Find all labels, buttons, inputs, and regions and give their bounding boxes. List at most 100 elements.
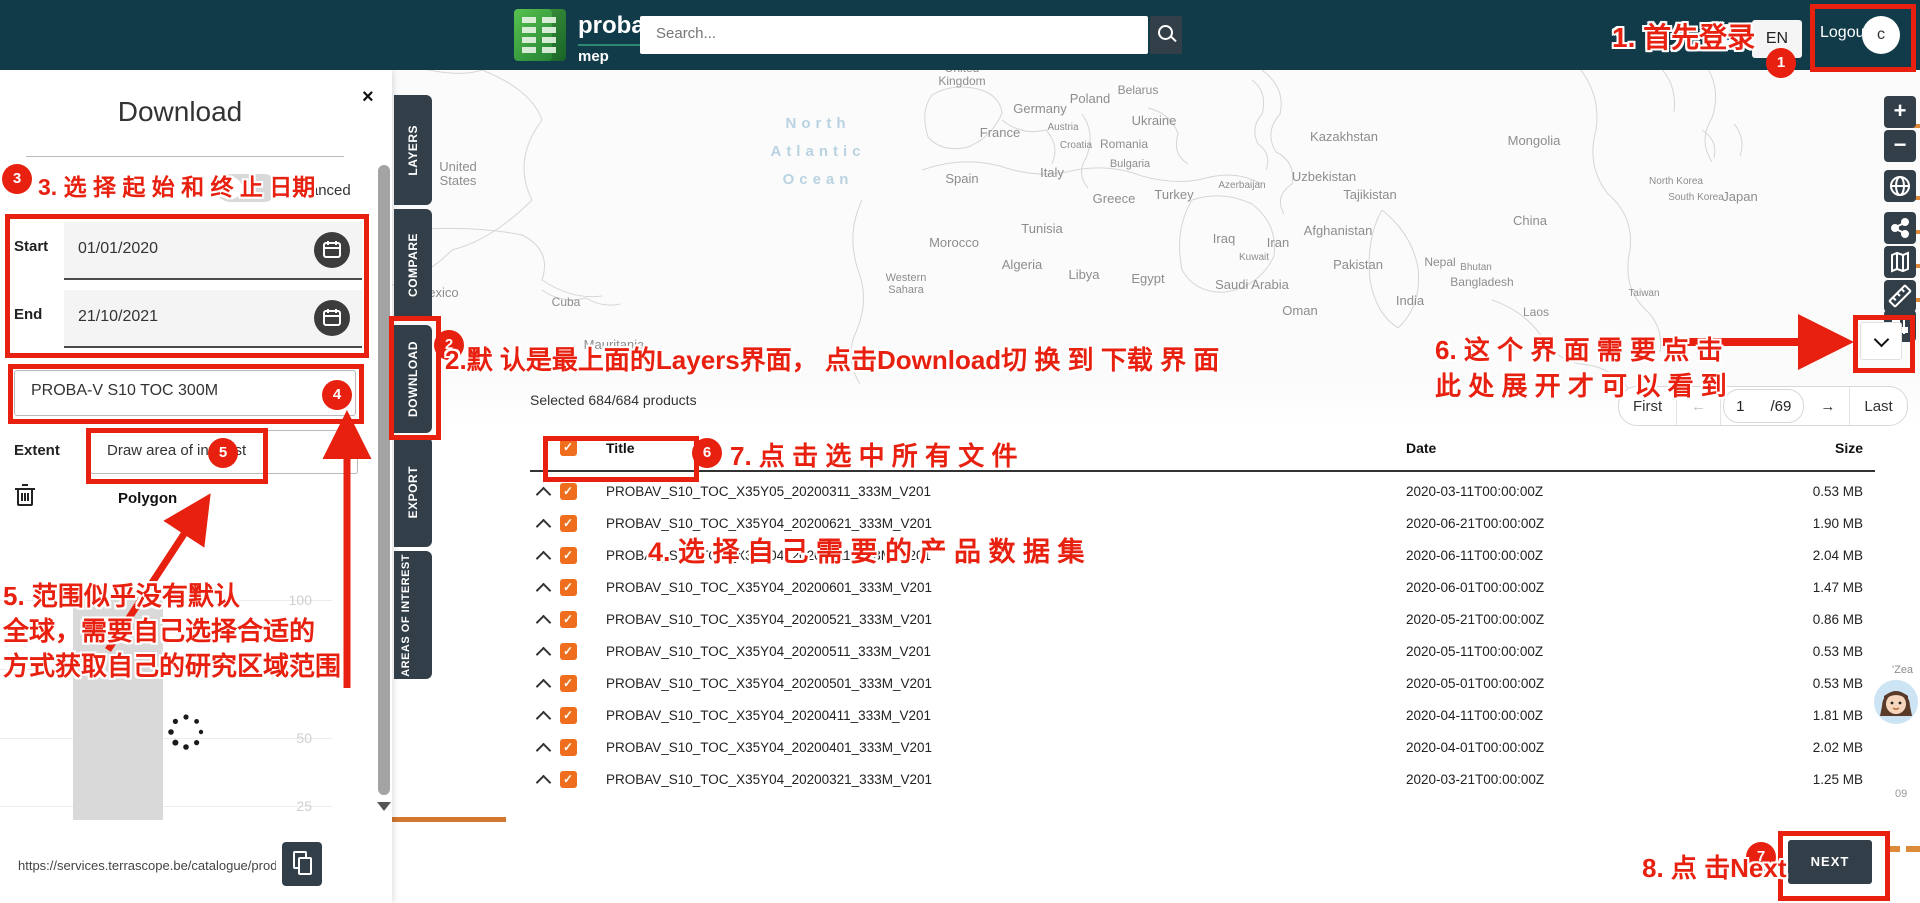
close-icon[interactable]: × [362, 86, 374, 109]
table-row[interactable]: PROBAV_S10_TOC_X35Y05_20200311_333M_V201… [530, 476, 1875, 508]
country-label: Western Sahara [885, 272, 927, 297]
annotation-box-extent [86, 428, 268, 484]
table-row[interactable]: PROBAV_S10_TOC_X35Y04_20200411_333M_V201… [530, 700, 1875, 732]
tab-compare[interactable]: COMPARE [394, 209, 432, 321]
annotation-box-select-all [543, 436, 699, 482]
annotation-2: 2.默 认是最上面的Layers界面， 点击Download切 换 到 下载 界… [445, 345, 1220, 375]
product-size: 0.53 MB [1812, 484, 1863, 499]
divider [26, 156, 344, 157]
annotation-box-next [1778, 831, 1890, 901]
product-title: PROBAV_S10_TOC_X35Y04_20200601_333M_V201 [606, 580, 932, 595]
country-label: Italy [1040, 165, 1064, 180]
country-label: Oman [1282, 303, 1318, 318]
timeline-line [392, 817, 506, 822]
country-label: Iran [1266, 235, 1290, 250]
axis-tick-label: 100 [288, 592, 312, 608]
country-label: Turkey [1154, 187, 1194, 202]
annotation-5-line3: 方式获取自己的研究区域范围 [3, 651, 342, 681]
table-row[interactable]: PROBAV_S10_TOC_X35Y04_20200401_333M_V201… [530, 732, 1875, 764]
zoom-out-button[interactable]: − [1884, 130, 1916, 162]
collapse-caret-icon[interactable] [535, 774, 552, 791]
country-label: China [1513, 213, 1547, 228]
collapse-caret-icon[interactable] [535, 646, 552, 663]
product-size: 1.90 MB [1812, 516, 1863, 531]
probav-logo-icon[interactable] [514, 9, 566, 61]
country-label: Algeria [1001, 257, 1043, 272]
pagination-last-button[interactable]: Last [1850, 387, 1906, 425]
zoom-in-button[interactable]: + [1884, 96, 1916, 128]
copy-url-button[interactable] [282, 842, 322, 886]
collapse-caret-icon[interactable] [535, 486, 552, 503]
annotation-8: 8. 点 击Next [1642, 853, 1787, 883]
collapse-caret-icon[interactable] [535, 614, 552, 631]
row-checkbox[interactable] [560, 707, 577, 724]
table-row[interactable]: PROBAV_S10_TOC_X35Y04_20200501_333M_V201… [530, 668, 1875, 700]
table-row[interactable]: PROBAV_S10_TOC_X35Y04_20200511_333M_V201… [530, 636, 1875, 668]
table-row[interactable]: PROBAV_S10_TOC_X35Y04_20200521_333M_V201… [530, 604, 1875, 636]
tab-areas-of-interest[interactable]: AREAS OF INTEREST [394, 551, 432, 679]
row-checkbox[interactable] [560, 643, 577, 660]
share-icon [1891, 218, 1909, 238]
product-size: 1.81 MB [1812, 708, 1863, 723]
collapse-caret-icon[interactable] [535, 550, 552, 567]
annotation-box-download-tab [389, 316, 441, 440]
pagination-page-box: 1 /69 [1723, 389, 1805, 423]
row-checkbox[interactable] [560, 547, 577, 564]
row-checkbox[interactable] [560, 515, 577, 532]
country-label: Egypt [1131, 271, 1165, 286]
annotation-5-line1: 5. 范围似乎没有默认 [3, 581, 240, 611]
country-label: Bulgaria [1109, 158, 1151, 170]
product-title: PROBAV_S10_TOC_X35Y04_20200511_333M_V201 [606, 644, 931, 659]
tab-layers[interactable]: LAYERS [394, 95, 432, 205]
page-number-input[interactable]: 1 [1736, 398, 1744, 415]
column-size[interactable]: Size [1835, 440, 1863, 456]
table-row[interactable]: PROBAV_S10_TOC_X35Y04_20200601_333M_V201… [530, 572, 1875, 604]
collapse-caret-icon[interactable] [535, 582, 552, 599]
row-checkbox[interactable] [560, 771, 577, 788]
ocean-label: North Atlantic Ocean [770, 115, 866, 188]
catalogue-url[interactable]: https://services.terrascope.be/catalogue… [18, 858, 276, 873]
collapse-caret-icon[interactable] [535, 678, 552, 695]
row-checkbox[interactable] [560, 675, 577, 692]
measure-button[interactable] [1884, 280, 1916, 312]
basemap-button[interactable] [1884, 246, 1916, 278]
sticker-avatar [1874, 680, 1918, 724]
country-label: South Korea [1668, 192, 1724, 203]
search-input[interactable]: Search... [640, 16, 1148, 54]
panel-scrollbar[interactable] [378, 165, 390, 795]
collapse-caret-icon[interactable] [535, 742, 552, 759]
row-checkbox[interactable] [560, 483, 577, 500]
axis-tick-label: 25 [296, 798, 312, 814]
table-row[interactable]: PROBAV_S10_TOC_X35Y04_20200321_333M_V201… [530, 764, 1875, 796]
tab-export[interactable]: EXPORT [394, 437, 432, 547]
annotation-6-line2: 此 处 展 开 才 可 以 看 到 [1435, 371, 1727, 401]
country-label: Greece [1092, 191, 1136, 206]
badge-5: 5 [208, 438, 238, 468]
country-label: Libya [1068, 267, 1100, 282]
collapse-caret-icon[interactable] [535, 518, 552, 535]
panel-title: Download [117, 96, 243, 127]
product-size: 2.04 MB [1812, 548, 1863, 563]
country-label: Germany [1013, 101, 1067, 116]
globe-button[interactable] [1884, 170, 1916, 202]
badge-1: 1 [1766, 48, 1796, 78]
row-checkbox[interactable] [560, 579, 577, 596]
column-date[interactable]: Date [1406, 440, 1436, 456]
badge-3: 3 [2, 164, 32, 194]
search-button[interactable] [1150, 16, 1182, 54]
collapse-caret-icon[interactable] [535, 710, 552, 727]
trash-icon[interactable] [14, 482, 36, 513]
product-title: PROBAV_S10_TOC_X35Y04_20200321_333M_V201 [606, 772, 932, 787]
row-checkbox[interactable] [560, 739, 577, 756]
map-icon [1891, 251, 1909, 273]
scrollbar-down-arrow[interactable] [377, 802, 391, 811]
country-label: Croatia [1059, 140, 1093, 151]
pagination-next-button[interactable]: → [1806, 387, 1851, 425]
selected-products-count: Selected 684/684 products [530, 392, 697, 408]
row-checkbox[interactable] [560, 611, 577, 628]
axis-tick-label: 50 [296, 730, 312, 746]
timeline-tick-label: 09 [1895, 788, 1908, 800]
share-button[interactable] [1884, 212, 1916, 244]
country-label: Romania [1099, 137, 1149, 151]
country-label: Iraq [1212, 231, 1236, 246]
